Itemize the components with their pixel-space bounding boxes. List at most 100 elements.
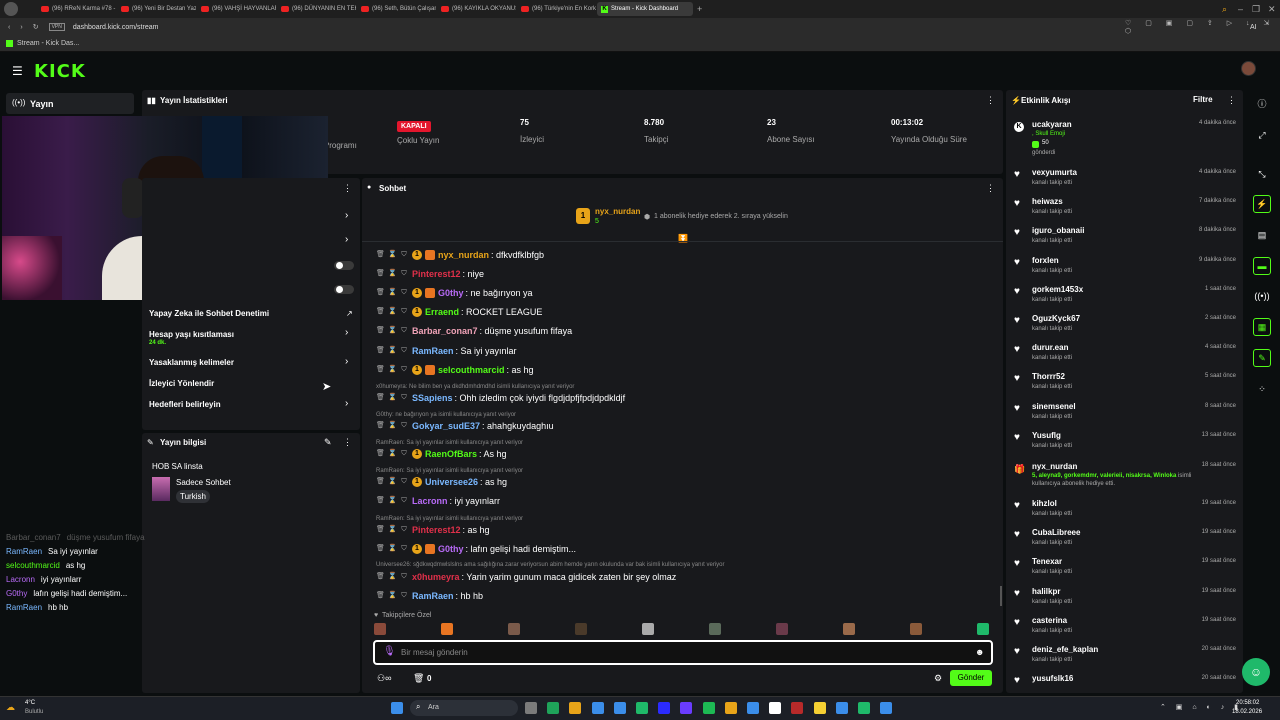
taskbar-app-icon[interactable]	[547, 702, 560, 714]
delete-icon[interactable]: 🗑	[376, 251, 385, 259]
settings-row[interactable]: Yasaklanmış kelimeler	[149, 358, 234, 367]
chat-username[interactable]: x0humeyra	[412, 572, 460, 582]
taskbar-app-icon[interactable]	[569, 702, 582, 714]
activity-user[interactable]: durur.ean	[1032, 343, 1068, 352]
chat-message[interactable]: 🗑 ⌛ ⛉ 1 nyx_nurdan: dfkvdfklbfgb	[376, 248, 544, 261]
delete-icon[interactable]: 🗑	[376, 573, 385, 581]
activity-user[interactable]: gorkem1453x	[1032, 285, 1083, 294]
chat-username[interactable]: RamRaen	[412, 346, 454, 356]
ban-icon[interactable]: ⛉	[400, 545, 408, 553]
settings-row[interactable]: Hesap yaşı kısıtlaması 24 dk.	[149, 330, 234, 346]
timeout-icon[interactable]: ⌛	[388, 289, 397, 297]
chevron-right-icon[interactable]: ›	[345, 234, 348, 245]
chevron-right-icon[interactable]: ›	[345, 398, 348, 409]
delete-icon[interactable]: 🗑	[376, 308, 385, 316]
chat-scrollbar[interactable]	[1000, 586, 1002, 606]
delete-icon[interactable]: 🗑	[376, 422, 385, 430]
activity-user[interactable]: casterina	[1032, 616, 1067, 625]
timeout-icon[interactable]: ⌛	[388, 251, 397, 259]
browser-tab[interactable]: (96) Türkiye'nin En Korku	[517, 2, 596, 16]
chat-message[interactable]: 🗑 ⌛ ⛉ RamRaen: hb hb	[376, 589, 483, 602]
settings-gear-icon[interactable]: ⚙	[934, 673, 942, 684]
pinned-user[interactable]: nyx_nurdan	[595, 207, 640, 216]
delete-icon[interactable]: 🗑	[376, 347, 385, 355]
ban-icon[interactable]: ⛉	[400, 327, 408, 335]
taskbar-app-icon[interactable]	[813, 702, 826, 714]
chat-message[interactable]: 🗑 ⌛ ⛉ SSapiens: Ohh izledim çok iyiydi flgd…	[376, 391, 625, 404]
chat-message[interactable]: 🗑 ⌛ ⛉ 1 Universee26: as hg	[376, 475, 507, 488]
back-icon[interactable]: ‹	[8, 24, 10, 31]
chat-username[interactable]: Barbar_conan7	[412, 326, 478, 336]
delete-icon[interactable]: 🗑	[376, 526, 385, 534]
ban-icon[interactable]: ⛉	[400, 478, 408, 486]
chat-username[interactable]: Pinterest12	[412, 269, 461, 279]
settings-row[interactable]: Hedefleri belirleyin	[149, 400, 221, 409]
ban-icon[interactable]: ⛉	[400, 308, 408, 316]
stream-info-menu-icon[interactable]: ⋮	[343, 437, 352, 448]
delete-icon[interactable]: 🗑	[376, 366, 385, 374]
emote-icon[interactable]	[441, 623, 453, 635]
activity-user[interactable]: heiwazs	[1032, 197, 1063, 206]
chat-message[interactable]: 🗑 ⌛ ⛉ Gokyar_sudE37: ahahgkuydaghıu	[376, 419, 554, 432]
browser-tab[interactable]: (96) Yeni Bir Destan Yazd	[117, 2, 196, 16]
taskbar-app-icon[interactable]	[880, 702, 893, 714]
chat-username[interactable]: RamRaen	[412, 591, 454, 601]
chat-username[interactable]: G0thy	[438, 544, 464, 554]
activity-user[interactable]: sinemsenel	[1032, 402, 1076, 411]
chat-username[interactable]: nyx_nurdan	[438, 250, 489, 260]
taskbar-app-icon[interactable]	[591, 702, 604, 714]
lightning-icon[interactable]: ⚡	[1253, 195, 1271, 213]
timeout-icon[interactable]: ⌛	[388, 526, 397, 534]
delete-icon[interactable]: 🗑	[376, 497, 385, 505]
emote-icon[interactable]	[374, 623, 386, 635]
chevron-right-icon[interactable]: ›	[345, 210, 348, 221]
chevron-right-icon[interactable]: ›	[345, 327, 348, 338]
activity-user[interactable]: Thorrr52	[1032, 372, 1065, 381]
timeout-icon[interactable]: ⌛	[388, 394, 397, 402]
delete-icon[interactable]: 🗑	[376, 478, 385, 486]
timeout-icon[interactable]: ⌛	[388, 592, 397, 600]
activity-user[interactable]: ucakyaran	[1032, 120, 1072, 129]
ban-icon[interactable]: ⛉	[400, 251, 408, 259]
collapse-icon[interactable]: ⤡	[1253, 165, 1271, 183]
delete-icon[interactable]: 🗑	[376, 545, 385, 553]
timeout-icon[interactable]: ⌛	[388, 497, 397, 505]
emote-icon[interactable]	[977, 623, 989, 635]
broadcast-icon[interactable]: ((•))	[1253, 287, 1271, 305]
new-tab-icon[interactable]: +	[697, 4, 702, 14]
chat-message[interactable]: 🗑 ⌛ ⛉ RamRaen: Sa iyi yayınlar	[376, 344, 517, 357]
taskbar-app-icon[interactable]	[791, 702, 804, 714]
emote-icon[interactable]	[843, 623, 855, 635]
taskbar-app-icon[interactable]	[525, 702, 537, 714]
activity-user[interactable]: OguzKyck67	[1032, 314, 1080, 323]
hamburger-menu-icon[interactable]: ☰	[12, 64, 23, 78]
activity-user[interactable]: Tenexar	[1032, 557, 1062, 566]
chat-message[interactable]: 🗑 ⌛ ⛉ 1 G0thy: lafın gelişi hadi demiştim...	[376, 542, 576, 555]
emote-icon[interactable]	[575, 623, 587, 635]
activity-user[interactable]: CubaLibreee	[1032, 528, 1080, 537]
taskbar-app-icon[interactable]	[724, 702, 737, 714]
delete-icon[interactable]: 🗑	[376, 327, 385, 335]
info-icon[interactable]: ⓘ	[1253, 94, 1271, 112]
ban-icon[interactable]: ⛉	[400, 394, 408, 402]
timeout-icon[interactable]: ⌛	[388, 327, 397, 335]
chat-username[interactable]: Gokyar_sudE37	[412, 421, 480, 431]
taskbar-app-icon[interactable]	[613, 702, 626, 714]
delete-icon[interactable]: 🗑	[376, 450, 385, 458]
chat-username[interactable]: Erraend	[425, 307, 459, 317]
taskbar-app-icon[interactable]	[858, 702, 870, 714]
timeout-icon[interactable]: ⌛	[388, 347, 397, 355]
ban-icon[interactable]: ⛉	[400, 422, 408, 430]
taskbar-app-icon[interactable]	[702, 702, 715, 714]
ban-icon[interactable]: ⛉	[400, 526, 408, 534]
chat-message[interactable]: 🗑 ⌛ ⛉ Pinterest12: as hg	[376, 523, 490, 536]
activity-user[interactable]: nyx_nurdan	[1032, 462, 1077, 471]
delete-icon[interactable]: 🗑	[376, 394, 385, 402]
ban-icon[interactable]: ⛉	[400, 270, 408, 278]
timeout-icon[interactable]: ⌛	[388, 308, 397, 316]
activity-user[interactable]: forxlen	[1032, 256, 1059, 265]
chat-username[interactable]: Lacronn	[412, 496, 448, 506]
ban-icon[interactable]: ⛉	[400, 289, 408, 297]
chat-username[interactable]: Pinterest12	[412, 525, 461, 535]
ban-icon[interactable]: ⛉	[400, 573, 408, 581]
